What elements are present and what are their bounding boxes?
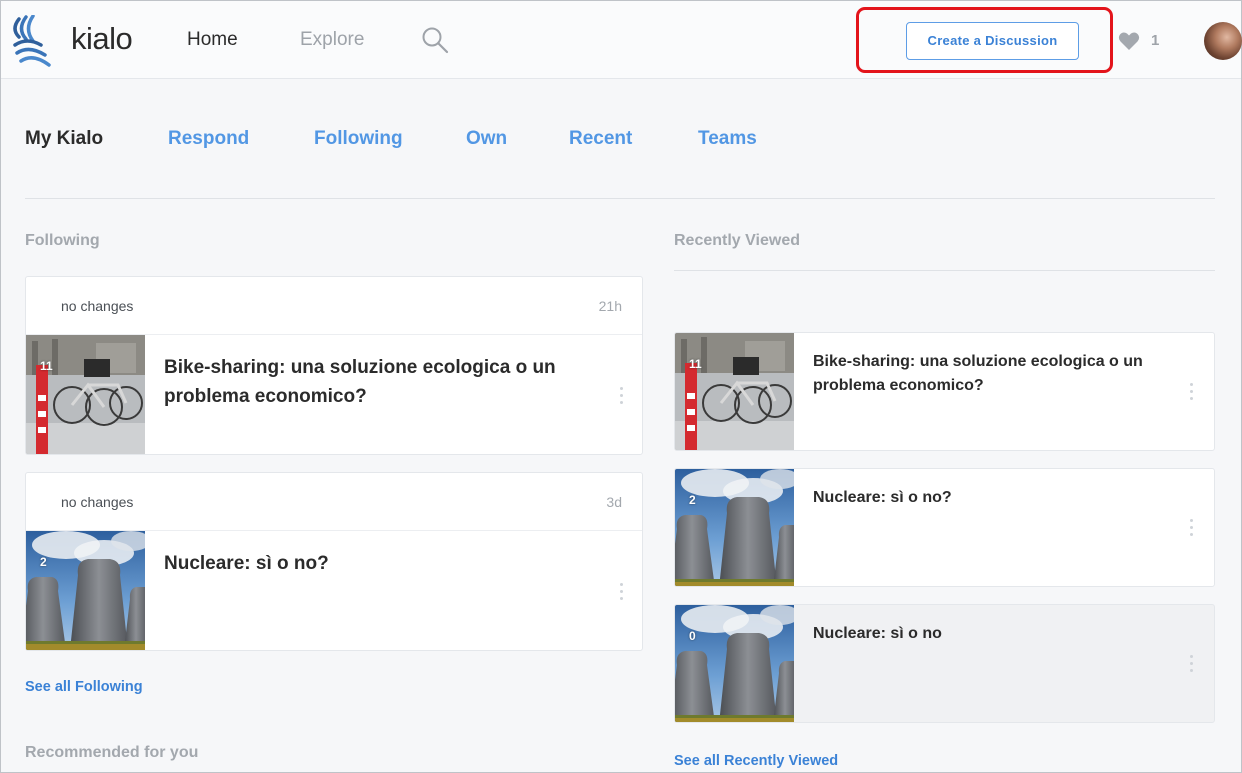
- user-avatar[interactable]: [1204, 22, 1242, 60]
- claims-count-badge: 11: [40, 359, 53, 373]
- tab-respond[interactable]: Respond: [168, 128, 249, 150]
- recommended-section-title: Recommended for you: [25, 744, 199, 761]
- cooling-towers-image[interactable]: 2: [675, 469, 794, 587]
- tab-following[interactable]: Following: [314, 128, 403, 150]
- search-icon[interactable]: [421, 26, 449, 54]
- more-options-icon[interactable]: [620, 387, 624, 408]
- discussion-title[interactable]: Bike-sharing: una soluzione ecologica o …: [813, 350, 1183, 398]
- create-discussion-button[interactable]: Create a Discussion: [906, 22, 1079, 60]
- tab-recent[interactable]: Recent: [569, 128, 632, 150]
- tab-own[interactable]: Own: [466, 128, 507, 150]
- more-options-icon[interactable]: [1190, 655, 1194, 676]
- discussion-title[interactable]: Bike-sharing: una soluzione ecologica o …: [164, 353, 604, 411]
- recently-viewed-divider: [674, 270, 1215, 271]
- more-options-icon[interactable]: [620, 583, 624, 604]
- discussion-title[interactable]: Nucleare: sì o no: [813, 622, 1183, 646]
- tabs-divider: [25, 198, 1215, 199]
- heart-icon[interactable]: [1118, 31, 1140, 51]
- discussion-summary[interactable]: 2 Nucleare: sì o no?: [26, 531, 642, 650]
- tab-my-kialo[interactable]: My Kialo: [25, 128, 103, 150]
- discussion-title[interactable]: Nucleare: sì o no?: [164, 549, 604, 578]
- recently-viewed-section-title: Recently Viewed: [674, 232, 800, 249]
- bikes-image[interactable]: 11: [26, 335, 145, 454]
- see-all-following-link[interactable]: See all Following: [25, 679, 143, 695]
- following-card[interactable]: no changes 3d 2 Nucleare: sì o no?: [25, 472, 643, 651]
- cooling-towers-image[interactable]: 2: [26, 531, 145, 650]
- cooling-towers-image[interactable]: 0: [675, 605, 794, 723]
- change-status: no changes: [61, 494, 134, 510]
- top-navigation-bar: kialo Home Explore Create a Discussion 1: [1, 1, 1242, 79]
- claims-count-badge: 0: [689, 629, 696, 643]
- more-options-icon[interactable]: [1190, 383, 1194, 404]
- following-section-title: Following: [25, 232, 100, 249]
- recent-discussion-card[interactable]: 0 Nucleare: sì o no: [674, 604, 1215, 723]
- discussion-title[interactable]: Nucleare: sì o no?: [813, 486, 1183, 510]
- kialo-logo-icon[interactable]: [13, 15, 53, 67]
- discussion-summary[interactable]: 11 Bike-sharing: una soluzione ecologica…: [26, 335, 642, 454]
- recent-discussion-card[interactable]: 11 Bike-sharing: una soluzione ecologica…: [674, 332, 1215, 451]
- more-options-icon[interactable]: [1190, 519, 1194, 540]
- timestamp: 3d: [606, 494, 622, 510]
- claims-count-badge: 11: [689, 357, 702, 371]
- following-card[interactable]: no changes 21h 11 Bike-sharing: una solu…: [25, 276, 643, 455]
- claims-count-badge: 2: [689, 493, 696, 507]
- heart-count: 1: [1151, 32, 1160, 49]
- tab-teams[interactable]: Teams: [698, 128, 757, 150]
- nav-home-link[interactable]: Home: [187, 29, 238, 51]
- bikes-image[interactable]: 11: [675, 333, 794, 451]
- timestamp: 21h: [598, 298, 622, 314]
- brand-name[interactable]: kialo: [71, 21, 133, 57]
- change-status: no changes: [61, 298, 134, 314]
- following-card-header: no changes 21h: [26, 277, 642, 335]
- recent-discussion-card[interactable]: 2 Nucleare: sì o no?: [674, 468, 1215, 587]
- nav-explore-link[interactable]: Explore: [300, 29, 364, 51]
- see-all-recently-viewed-link[interactable]: See all Recently Viewed: [674, 753, 838, 769]
- claims-count-badge: 2: [40, 555, 47, 569]
- following-card-header: no changes 3d: [26, 473, 642, 531]
